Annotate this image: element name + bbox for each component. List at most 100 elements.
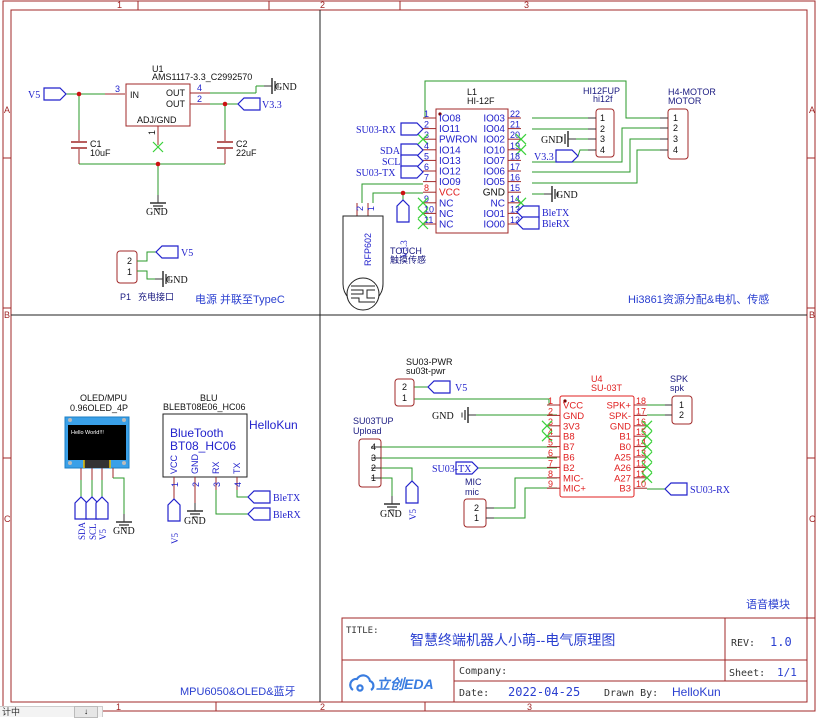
pin-name: B3 xyxy=(619,484,631,495)
oled-v5-label: V5 xyxy=(98,529,108,540)
col-marker: 1 xyxy=(116,702,121,712)
bt-value: BLEBT08E06_HC06 xyxy=(163,402,246,412)
oled-value: 0.96OLED_4P xyxy=(70,403,128,413)
oled-module[interactable] xyxy=(64,416,130,469)
pin-number: 10 xyxy=(636,479,646,489)
bt-pin-name: RX xyxy=(211,461,221,474)
oled-sda-label: SDA xyxy=(77,521,87,540)
voice-gnd-label: GND xyxy=(432,411,454,422)
pin-number: 2 xyxy=(548,406,553,416)
pin-name: VCC xyxy=(439,188,460,199)
pin-name: PWRON xyxy=(439,135,477,146)
l1-value: HI-12F xyxy=(467,96,495,106)
rfp602-pin: 2 xyxy=(355,206,365,211)
pin-number: 8 xyxy=(424,183,429,193)
pin-name: SPK- xyxy=(609,411,631,422)
bt-pin-num: 3 xyxy=(212,482,222,487)
hi12fup-v33-label: V3.3 xyxy=(534,152,554,163)
bt-pin-name: TX xyxy=(232,462,242,474)
pin-number: 18 xyxy=(510,151,520,161)
gnd-symbol: GND xyxy=(263,77,297,95)
rfp602-ref: RFP602 xyxy=(363,233,373,266)
oled-ref: OLED/MPU xyxy=(80,393,127,403)
gnd-label: GND xyxy=(275,82,297,93)
drawn-by-value: HelloKun xyxy=(672,685,721,699)
hi12fup-pin: 2 xyxy=(600,124,605,134)
spk-value: spk xyxy=(670,383,685,393)
mic-pin: 1 xyxy=(474,513,479,523)
col-marker: 3 xyxy=(527,702,532,712)
voice-block-caption: 语音模块 xyxy=(746,597,790,611)
pin-name: NC xyxy=(439,198,453,209)
hi12fup-value: hi12f xyxy=(593,94,613,104)
hi12fup-gnd-label: GND xyxy=(541,135,563,146)
su03-pwr-value: su03t-pwr xyxy=(406,366,446,376)
pin-name: MIC+ xyxy=(563,484,586,495)
pin-number: 14 xyxy=(510,194,520,204)
p1-pin: 2 xyxy=(127,256,132,266)
pin-number: 2 xyxy=(424,120,429,130)
mic-pin: 2 xyxy=(474,503,479,513)
pin-number: 17 xyxy=(636,406,646,416)
drawn-by-label: Drawn By: xyxy=(604,688,658,699)
pin-name: 3V3 xyxy=(563,421,580,432)
bt-blerx-label: BleRX xyxy=(273,510,302,521)
sheet-value: 1/1 xyxy=(777,666,797,679)
spk-pin: 2 xyxy=(679,410,684,420)
su03-rx-label: SU03-RX xyxy=(356,125,397,136)
bt-bletx-label: BleTX xyxy=(273,493,301,504)
col-marker: 2 xyxy=(320,0,325,10)
pin-name: VCC xyxy=(563,401,583,412)
bt-pin-num: 4 xyxy=(233,482,243,487)
taskbar-button[interactable]: ↓ xyxy=(74,706,98,718)
pin-name: IO01 xyxy=(483,209,505,220)
row-marker: A xyxy=(809,105,815,115)
date-value: 2022-04-25 xyxy=(508,685,580,699)
v5-net-flag: V5 xyxy=(28,87,67,101)
rev-label: REV: xyxy=(731,638,755,649)
su03tup-connector[interactable] xyxy=(358,438,382,488)
pin-name: GND xyxy=(563,411,584,422)
pin-name: IO10 xyxy=(483,145,505,156)
su03-pwr-pin: 2 xyxy=(402,382,407,392)
mic-value: mic xyxy=(465,487,479,497)
oled-block: Hello World!!! OLED/MPU 0.96OLED_4P SDA … xyxy=(64,393,302,698)
su03-tx-label: SU03-TX xyxy=(356,168,396,179)
bt-gnd-label: GND xyxy=(184,516,206,527)
pin-number: 5 xyxy=(424,151,429,161)
pin-name: A27 xyxy=(614,473,631,484)
c2-value: 22uF xyxy=(236,148,257,158)
pin-name: GND xyxy=(610,421,631,432)
pin-number: 6 xyxy=(424,162,429,172)
bt-pin-num: 2 xyxy=(191,482,201,487)
pin-name: B1 xyxy=(619,432,631,443)
pin-number: 21 xyxy=(510,120,520,130)
pin-number: 10 xyxy=(424,204,434,214)
pin-number: 8 xyxy=(548,469,553,479)
p1-v5-label: V5 xyxy=(181,248,193,259)
pin-number: 17 xyxy=(510,162,520,172)
power-block: U1 AMS1117-3.3_C2992570 3 IN 4 OUT 2 OUT… xyxy=(28,64,297,306)
pin-name: B7 xyxy=(563,442,575,453)
pin-number: 4 xyxy=(424,141,429,151)
motor-pin: 4 xyxy=(673,145,678,155)
bt-author: HelloKun xyxy=(249,418,298,432)
pin-number: 13 xyxy=(636,448,646,458)
motor-value: MOTOR xyxy=(668,96,702,106)
v33-net-label: V3.3 xyxy=(262,100,282,111)
schematic-sheet: 1 2 3 1 2 3 A B C A B C U1 AMS1117-3.3_C… xyxy=(2,0,816,712)
hi3861-block-caption: Hi3861资源分配&电机、传感 xyxy=(628,292,769,306)
bt-model: BT08_HC06 xyxy=(170,439,236,453)
pin-name: IO04 xyxy=(483,124,505,135)
drawing-title: 智慧终端机器人小萌--电气原理图 xyxy=(410,632,615,648)
pin-number: 14 xyxy=(636,438,646,448)
pin-number: 11 xyxy=(636,469,645,479)
title-block: TITLE: 智慧终端机器人小萌--电气原理图 REV: 1.0 Company… xyxy=(341,617,808,703)
pin-name: IO03 xyxy=(483,114,505,125)
pin-name: SPK+ xyxy=(606,401,631,412)
pin-number: 16 xyxy=(636,417,646,427)
pin-name: IO00 xyxy=(483,220,505,231)
col-marker: 3 xyxy=(524,0,529,10)
pin-number: 20 xyxy=(510,130,520,140)
download-arrow-icon: ↓ xyxy=(84,707,88,716)
